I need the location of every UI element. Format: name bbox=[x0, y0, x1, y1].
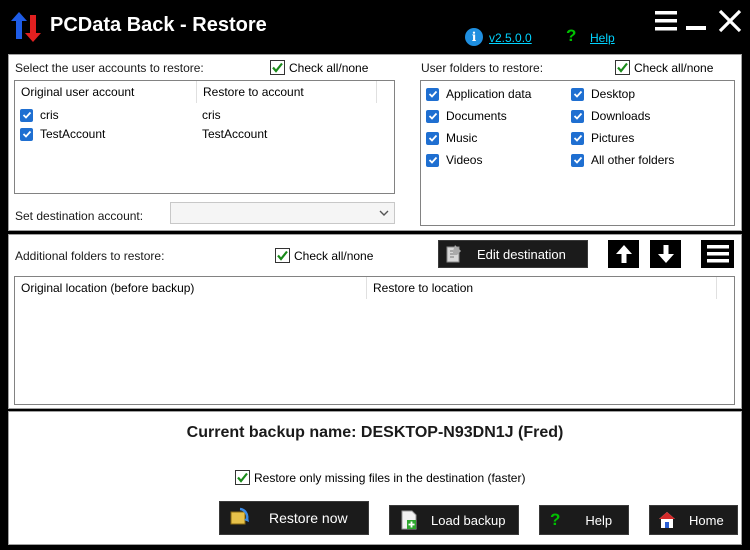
checkbox-checked[interactable] bbox=[615, 60, 630, 75]
additional-check-all[interactable]: Check all/none bbox=[275, 248, 373, 263]
additional-folders-list[interactable]: Original location (before backup) Restor… bbox=[14, 276, 735, 405]
help-button-label: Help bbox=[585, 512, 613, 528]
chevron-down-icon bbox=[379, 207, 389, 221]
help-question-icon[interactable]: ? bbox=[566, 26, 576, 46]
menu-icon[interactable] bbox=[654, 10, 678, 32]
close-icon[interactable] bbox=[718, 9, 742, 33]
checkbox-checked[interactable] bbox=[20, 127, 33, 141]
accounts-check-all[interactable]: Check all/none bbox=[270, 60, 368, 75]
folder-label: Pictures bbox=[591, 131, 635, 145]
account-original: TestAccount bbox=[40, 127, 106, 141]
edit-destination-button[interactable]: Edit destination bbox=[438, 240, 588, 268]
checkbox-checked[interactable] bbox=[426, 109, 439, 123]
move-down-button[interactable] bbox=[650, 240, 681, 268]
column-header-restore-to[interactable]: Restore to account bbox=[197, 81, 377, 103]
folder-label: Videos bbox=[446, 153, 483, 167]
account-original: cris bbox=[40, 108, 59, 122]
checkbox-checked[interactable] bbox=[270, 60, 285, 75]
checkbox-checked[interactable] bbox=[571, 153, 584, 167]
list-menu-button[interactable] bbox=[701, 240, 734, 268]
folder-item[interactable]: Desktop bbox=[571, 87, 635, 101]
restore-missing-option[interactable]: Restore only missing files in the destin… bbox=[235, 470, 525, 485]
help-button[interactable]: ? Help bbox=[539, 505, 629, 535]
help-link[interactable]: Help bbox=[590, 31, 615, 45]
user-folders-check-all[interactable]: Check all/none bbox=[615, 60, 713, 75]
accounts-check-all-label: Check all/none bbox=[289, 60, 369, 75]
folder-label: Music bbox=[446, 131, 478, 145]
restore-missing-label: Restore only missing files in the destin… bbox=[254, 470, 526, 485]
folder-item[interactable]: Downloads bbox=[571, 109, 650, 123]
load-backup-label: Load backup bbox=[431, 512, 506, 528]
home-button-label: Home bbox=[689, 512, 724, 528]
column-header-restore-location[interactable]: Restore to location bbox=[367, 277, 717, 299]
edit-document-icon bbox=[445, 244, 463, 264]
load-backup-button[interactable]: Load backup bbox=[389, 505, 519, 535]
load-file-icon bbox=[400, 510, 418, 530]
account-restore-to: TestAccount bbox=[202, 127, 268, 141]
user-folders-section-label: User folders to restore: bbox=[421, 61, 544, 75]
window-title: PCData Back - Restore bbox=[50, 14, 267, 36]
menu-icon bbox=[706, 245, 729, 263]
accounts-section-label: Select the user accounts to restore: bbox=[15, 61, 204, 75]
checkbox-checked[interactable] bbox=[20, 108, 33, 122]
help-question-icon: ? bbox=[550, 510, 561, 529]
backup-name: Current backup name: DESKTOP-N93DN1J (Fr… bbox=[186, 424, 564, 441]
additional-check-all-label: Check all/none bbox=[294, 248, 374, 263]
account-row[interactable]: cris bbox=[20, 108, 59, 122]
folder-item[interactable]: Music bbox=[426, 131, 477, 145]
folder-item[interactable]: Documents bbox=[426, 109, 507, 123]
checkbox-checked[interactable] bbox=[571, 109, 584, 123]
folder-label: Downloads bbox=[591, 109, 651, 123]
checkbox-checked[interactable] bbox=[235, 470, 250, 485]
checkbox-checked[interactable] bbox=[275, 248, 290, 263]
edit-destination-label: Edit destination bbox=[477, 246, 566, 262]
folder-label: Desktop bbox=[591, 87, 636, 101]
column-header-original[interactable]: Original user account bbox=[15, 81, 197, 103]
info-icon[interactable]: i bbox=[465, 28, 483, 46]
destination-account-select[interactable] bbox=[170, 202, 395, 224]
restore-icon bbox=[228, 507, 250, 529]
home-button[interactable]: Home bbox=[649, 505, 738, 535]
account-row[interactable]: TestAccount bbox=[20, 127, 105, 141]
accounts-list[interactable]: Original user account Restore to account… bbox=[14, 80, 395, 194]
checkbox-checked[interactable] bbox=[426, 131, 439, 145]
version-link[interactable]: v2.5.0.0 bbox=[489, 31, 532, 45]
checkbox-checked[interactable] bbox=[426, 153, 439, 167]
folder-item[interactable]: Videos bbox=[426, 153, 482, 167]
arrow-up-icon bbox=[615, 245, 632, 263]
checkbox-checked[interactable] bbox=[571, 131, 584, 145]
folder-item[interactable]: Pictures bbox=[571, 131, 634, 145]
restore-now-label: Restore now bbox=[269, 510, 348, 526]
move-up-button[interactable] bbox=[608, 240, 639, 268]
folder-item[interactable]: Application data bbox=[426, 87, 531, 101]
column-header-original-location[interactable]: Original location (before backup) bbox=[15, 277, 367, 299]
minimize-icon[interactable] bbox=[686, 26, 706, 30]
folder-label: Documents bbox=[446, 109, 507, 123]
restore-now-button[interactable]: Restore now bbox=[219, 501, 369, 535]
checkbox-checked[interactable] bbox=[426, 87, 439, 101]
app-logo-icon bbox=[8, 9, 44, 45]
additional-section-label: Additional folders to restore: bbox=[15, 249, 165, 263]
home-icon bbox=[658, 511, 676, 529]
user-folders-list[interactable]: Application data Documents Music Videos … bbox=[420, 80, 735, 226]
checkbox-checked[interactable] bbox=[571, 87, 584, 101]
folder-label: All other folders bbox=[591, 153, 675, 167]
account-restore-to: cris bbox=[202, 108, 221, 122]
folder-label: Application data bbox=[446, 87, 532, 101]
destination-account-label: Set destination account: bbox=[15, 209, 144, 223]
arrow-down-icon bbox=[657, 245, 674, 263]
user-folders-check-all-label: Check all/none bbox=[634, 60, 714, 75]
folder-item[interactable]: All other folders bbox=[571, 153, 674, 167]
